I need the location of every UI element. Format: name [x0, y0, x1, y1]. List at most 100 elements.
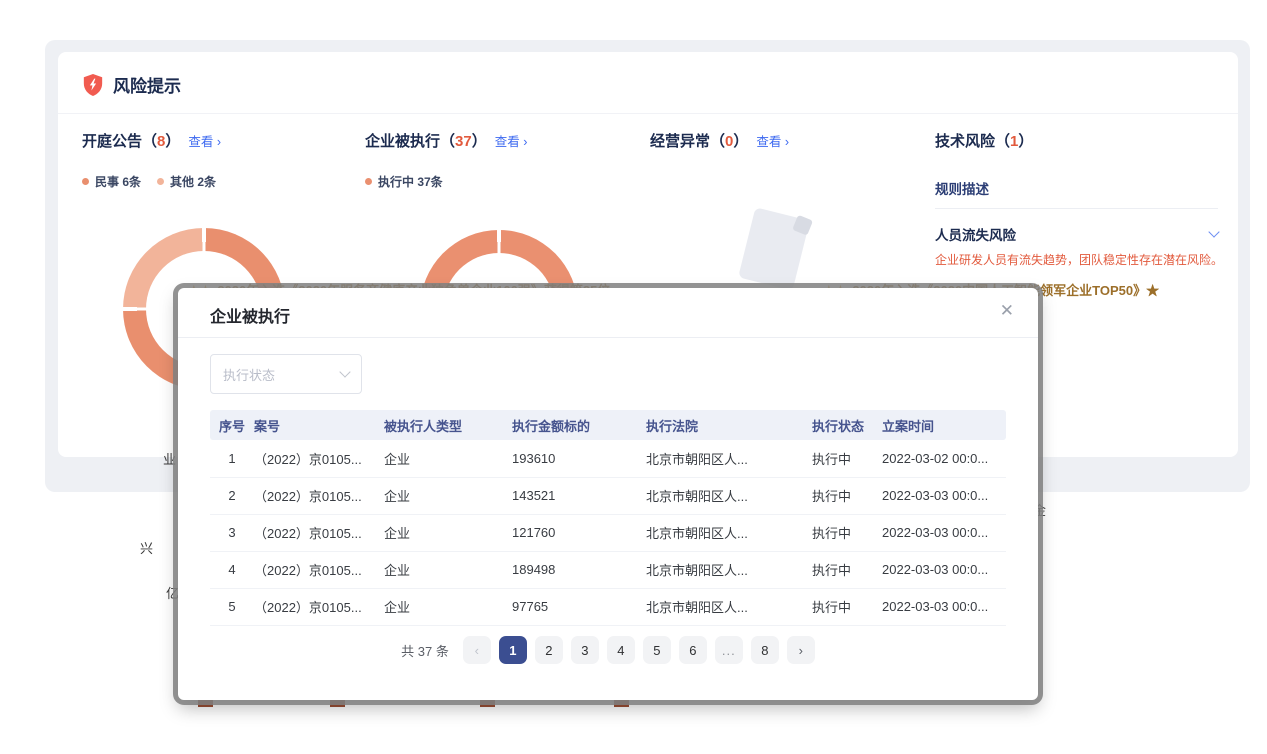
cell-date: 2022-03-03 00:0...	[882, 551, 1006, 588]
table-header-row: 序号 案号 被执行人类型 执行金额标的 执行法院 执行状态 立案时间	[210, 410, 1006, 440]
cell-case-no: （2022）京0105...	[254, 514, 384, 551]
cell-index: 2	[210, 477, 254, 514]
close-icon[interactable]: ✕	[1000, 301, 1014, 321]
cell-index: 4	[210, 551, 254, 588]
page-button-3[interactable]: 3	[571, 636, 599, 664]
cell-type: 企业	[384, 588, 512, 625]
section-tech-risk: 技术风险（1） 规则描述 人员流失风险 企业研发人员有流失趋势，团队稳定性存在潜…	[935, 130, 1218, 151]
cell-type: 企业	[384, 477, 512, 514]
paren: ）	[472, 130, 487, 151]
table-row: 4 （2022）京0105... 企业 189498 北京市朝阳区人... 执行…	[210, 551, 1006, 588]
paren: （	[710, 130, 725, 151]
chevron-right-icon: ›	[217, 135, 221, 149]
section-count: 37	[455, 133, 472, 150]
page-button-8[interactable]: 8	[751, 636, 779, 664]
cell-date: 2022-03-03 00:0...	[882, 588, 1006, 625]
next-page-button[interactable]: ›	[787, 636, 815, 664]
pagination: 共 37 条 ‹ 1 2 3 4 5 6 ... 8 ›	[178, 636, 1038, 664]
page-button-1[interactable]: 1	[499, 636, 527, 664]
cell-type: 企业	[384, 514, 512, 551]
cell-amount: 97765	[512, 588, 646, 625]
tech-risk-item[interactable]: 人员流失风险	[935, 224, 1218, 244]
section-title: 经营异常	[650, 130, 710, 151]
section-title: 企业被执行	[365, 130, 440, 151]
cell-amount: 121760	[512, 514, 646, 551]
view-link[interactable]: 查看 ›	[756, 131, 789, 150]
page: 风险提示 开庭公告（8） 查看 › 民事 6条 其他 2条 企业被执行（37） …	[0, 0, 1267, 754]
view-link[interactable]: 查看 ›	[188, 131, 221, 150]
legend-dot	[365, 178, 372, 185]
view-link[interactable]: 查看 ›	[495, 131, 528, 150]
cell-date: 2022-03-03 00:0...	[882, 514, 1006, 551]
cell-type: 企业	[384, 440, 512, 477]
column-header: 执行金额标的	[512, 410, 646, 440]
cell-index: 3	[210, 514, 254, 551]
table-row: 1 （2022）京0105... 企业 193610 北京市朝阳区人... 执行…	[210, 440, 1006, 477]
cell-status: 执行中	[812, 588, 882, 625]
enforcement-table: 序号 案号 被执行人类型 执行金额标的 执行法院 执行状态 立案时间 1 （20…	[210, 410, 1006, 626]
section-court-announcements: 开庭公告（8） 查看 › 民事 6条 其他 2条	[82, 130, 352, 190]
paren: （	[142, 130, 157, 151]
cell-amount: 193610	[512, 440, 646, 477]
table-row: 3 （2022）京0105... 企业 121760 北京市朝阳区人... 执行…	[210, 514, 1006, 551]
cell-date: 2022-03-02 00:0...	[882, 440, 1006, 477]
table-row: 5 （2022）京0105... 企业 97765 北京市朝阳区人... 执行中…	[210, 588, 1006, 625]
cell-court: 北京市朝阳区人...	[646, 440, 812, 477]
cell-court: 北京市朝阳区人...	[646, 588, 812, 625]
paren: ）	[165, 130, 180, 151]
page-title: 风险提示	[113, 72, 181, 97]
paren: ）	[733, 130, 748, 151]
enforcement-modal: 企业被执行 ✕ 执行状态 序号 案号 被执行人类型 执行金额标的 执行法院 执行…	[178, 288, 1038, 700]
cell-date: 2022-03-03 00:0...	[882, 477, 1006, 514]
modal-title: 企业被执行	[210, 303, 290, 327]
section-count: 0	[725, 133, 733, 150]
background-text-fragment: 业	[163, 449, 176, 468]
shield-bolt-icon	[82, 73, 104, 97]
column-header: 执行法院	[646, 410, 812, 440]
cell-status: 执行中	[812, 551, 882, 588]
cell-court: 北京市朝阳区人...	[646, 551, 812, 588]
total-count-label: 共 37 条	[401, 641, 449, 660]
cell-case-no: （2022）京0105...	[254, 477, 384, 514]
page-button-5[interactable]: 5	[643, 636, 671, 664]
chevron-down-icon	[339, 366, 350, 377]
column-header: 序号	[210, 410, 254, 440]
legend-dot	[82, 178, 89, 185]
column-header: 立案时间	[882, 410, 1006, 440]
chevron-down-icon[interactable]	[1208, 226, 1219, 237]
cell-amount: 189498	[512, 551, 646, 588]
legend: 执行中 37条	[365, 173, 635, 190]
cell-court: 北京市朝阳区人...	[646, 477, 812, 514]
divider	[178, 337, 1038, 338]
cell-status: 执行中	[812, 514, 882, 551]
paren: （	[440, 130, 455, 151]
cell-case-no: （2022）京0105...	[254, 588, 384, 625]
cell-status: 执行中	[812, 477, 882, 514]
cell-index: 5	[210, 588, 254, 625]
paren: ）	[1018, 130, 1033, 151]
cell-index: 1	[210, 440, 254, 477]
column-header: 被执行人类型	[384, 410, 512, 440]
section-abnormal-operation: 经营异常（0） 查看 ›	[650, 130, 920, 151]
legend-dot	[157, 178, 164, 185]
legend: 民事 6条 其他 2条	[82, 173, 352, 190]
legend-item: 民事 6条	[82, 173, 141, 190]
section-count: 1	[1010, 133, 1018, 150]
cell-case-no: （2022）京0105...	[254, 440, 384, 477]
prev-page-button[interactable]: ‹	[463, 636, 491, 664]
status-filter-select[interactable]: 执行状态	[210, 354, 362, 394]
page-button-6[interactable]: 6	[679, 636, 707, 664]
cell-court: 北京市朝阳区人...	[646, 514, 812, 551]
paren: （	[995, 130, 1010, 151]
risk-card-header: 风险提示	[82, 72, 181, 97]
page-button-4[interactable]: 4	[607, 636, 635, 664]
cell-status: 执行中	[812, 440, 882, 477]
section-count: 8	[157, 133, 165, 150]
tech-risk-item-title: 人员流失风险	[935, 224, 1016, 244]
more-pages-ellipsis[interactable]: ...	[715, 636, 743, 664]
section-title: 技术风险	[935, 130, 995, 151]
column-header: 案号	[254, 410, 384, 440]
legend-item: 执行中 37条	[365, 173, 443, 190]
legend-item: 其他 2条	[157, 173, 216, 190]
page-button-2[interactable]: 2	[535, 636, 563, 664]
